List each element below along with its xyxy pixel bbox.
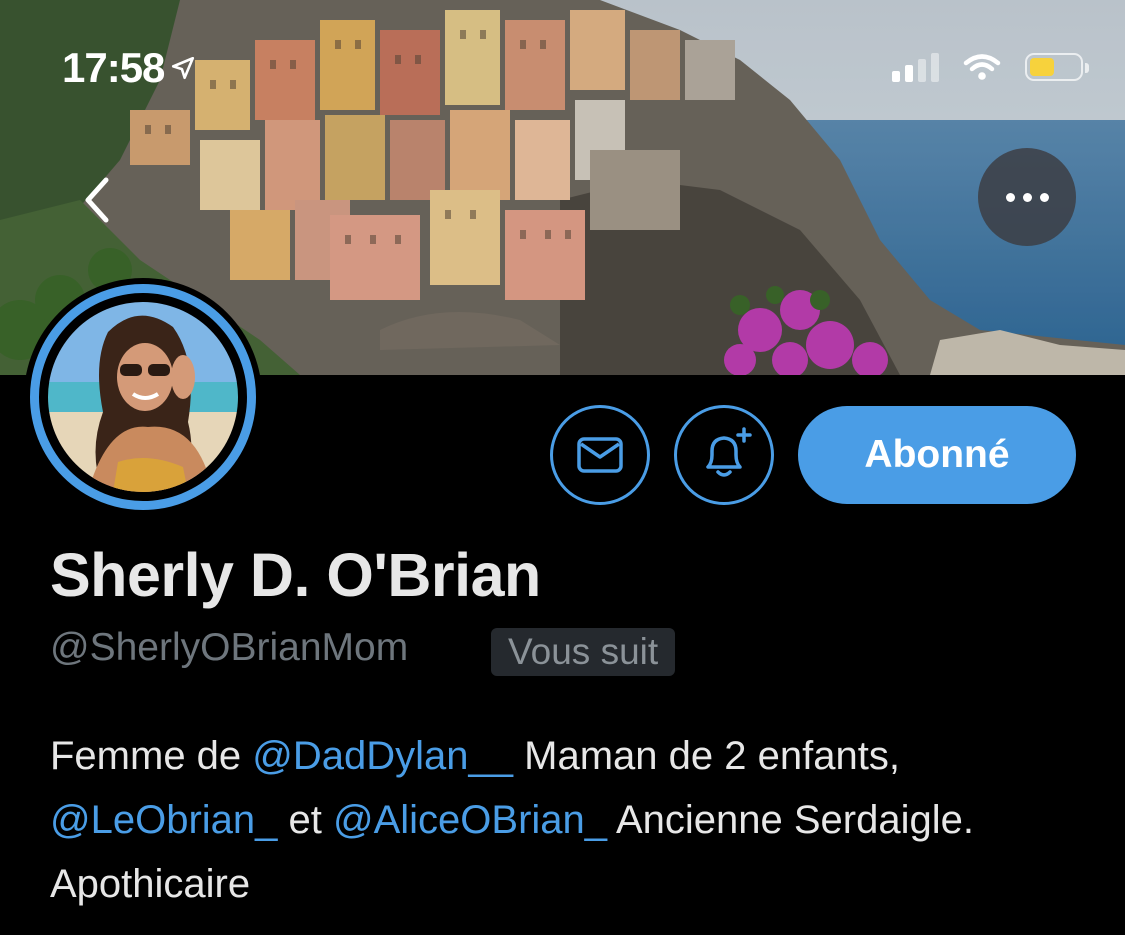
location-arrow-icon [172,56,195,80]
more-options-button[interactable] [978,148,1076,246]
chevron-left-icon [85,177,109,223]
avatar-image [48,302,238,492]
profile-handle: @SherlyOBrianMom [50,626,409,669]
clock-label: 17:58 [62,44,165,91]
profile-display-name: Sherly D. O'Brian [50,541,541,609]
bio-mention-aliceobrian[interactable]: @AliceOBrian_ [333,798,607,842]
status-bar-time: 17:58 [62,44,196,92]
follows-you-badge: Vous suit [491,628,676,676]
following-button[interactable]: Abonné [798,406,1076,504]
envelope-icon [577,437,623,473]
bell-plus-icon [706,427,752,477]
bio-mention-leobrian[interactable]: @LeObrian_ [50,798,277,842]
status-bar-indicators [892,52,1089,82]
cellular-signal-icon [892,52,939,82]
bio-text: et [277,798,333,842]
more-horizontal-icon [1005,192,1015,202]
battery-level [1030,58,1054,76]
back-button[interactable] [72,170,122,230]
bio-text: Femme de [50,734,253,778]
profile-avatar[interactable] [24,278,262,516]
more-horizontal-icon-dot [1039,192,1049,202]
bio-mention-daddylan[interactable]: @DadDylan__ [252,734,513,778]
profile-bio: Femme de @DadDylan__ Maman de 2 enfants,… [50,724,1090,916]
notifications-button[interactable] [674,405,774,505]
bio-text: Maman de 2 enfants, [513,734,900,778]
message-button[interactable] [550,405,650,505]
battery-icon [1025,53,1089,81]
wifi-icon [963,54,1001,80]
more-horizontal-icon-dot [1022,192,1032,202]
battery-terminal [1085,63,1089,73]
